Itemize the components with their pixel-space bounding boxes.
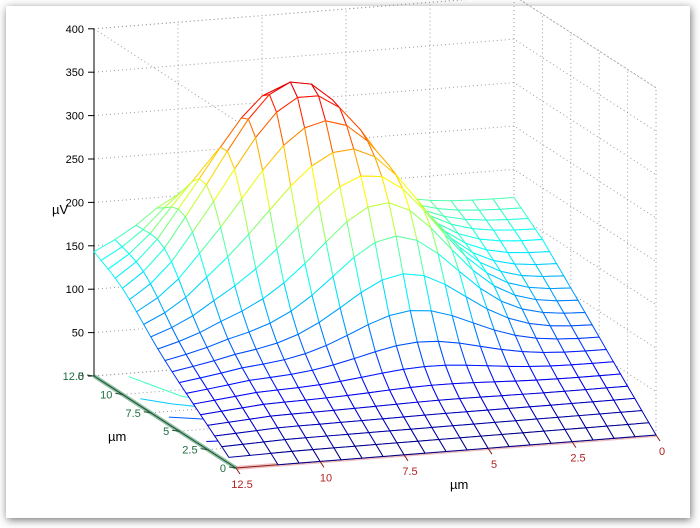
y-tick-label: 0 xyxy=(220,463,226,475)
z-tick-label: 300 xyxy=(66,111,84,123)
grid-line xyxy=(93,0,467,30)
y-tick-label: 12.5 xyxy=(63,371,84,383)
z-tick-label: 400 xyxy=(66,24,84,36)
x-tick-label: 5 xyxy=(491,459,497,471)
z-tick-label: 100 xyxy=(66,284,84,296)
z-axis-label: µV xyxy=(52,202,68,217)
z-tick-label: 350 xyxy=(66,67,84,79)
x-tick-label: 2.5 xyxy=(570,453,585,465)
y-tick-label: 5 xyxy=(163,426,169,438)
x-tick-label: 0 xyxy=(659,446,665,458)
surface-mesh xyxy=(93,81,657,466)
z-tick-label: 250 xyxy=(66,154,84,166)
grid-line xyxy=(93,28,237,122)
x-tick-label: 7.5 xyxy=(402,466,417,478)
x-axis-label: µm xyxy=(450,477,468,492)
surface-chart: 05010015020025030035040012.5107.552.5002… xyxy=(52,0,665,492)
x-tick xyxy=(655,434,661,442)
z-tick-label: 200 xyxy=(66,197,84,209)
z-tick-label: 150 xyxy=(66,241,84,253)
x-tick-label: 12.5 xyxy=(231,479,252,491)
grid-line xyxy=(519,0,657,89)
y-tick-label: 2.5 xyxy=(182,445,197,457)
z-tick-label: 50 xyxy=(72,328,84,340)
y-axis-label: µm xyxy=(108,429,126,444)
y-tick-label: 7.5 xyxy=(126,408,141,420)
grid-line xyxy=(93,0,657,89)
y-tick-label: 10 xyxy=(100,389,112,401)
x-tick-label: 10 xyxy=(320,472,332,484)
